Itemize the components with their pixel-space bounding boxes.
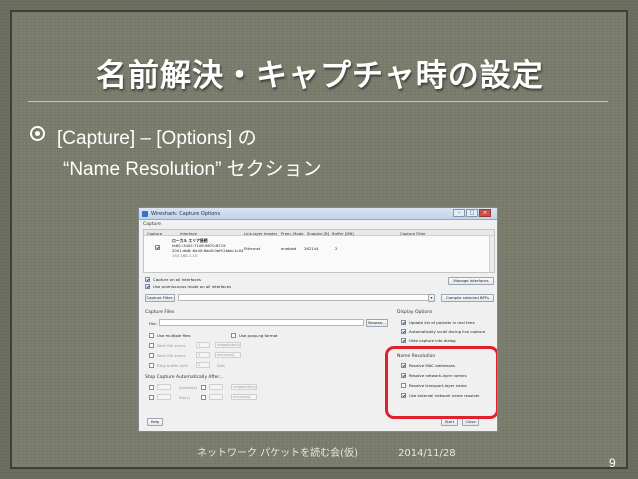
capture-files-label: Capture Files [145, 310, 175, 315]
stop-packets-checkbox[interactable] [149, 385, 154, 390]
update-realtime-checkbox[interactable] [401, 320, 406, 325]
slide-title: 名前解決・キャプチャ時の設定 [96, 58, 544, 94]
next-file-time-spin[interactable]: 1 [196, 352, 210, 358]
col-prom-mode[interactable]: Prom. Mode [281, 231, 303, 236]
interface-addr-3: 192.168.1.10 [172, 253, 198, 258]
interface-snaplen: 262144 [304, 246, 319, 251]
ring-buffer-checkbox[interactable] [149, 363, 154, 368]
interface-link-layer: Ethernet [244, 246, 261, 251]
stop-packets-unit: packet(s) [179, 385, 198, 390]
next-file-every-label-1: Next file every [157, 343, 186, 348]
next-file-size-spin[interactable]: 1 [196, 342, 210, 348]
interface-scrollbar[interactable] [489, 236, 494, 272]
stop-files-checkbox[interactable] [149, 395, 154, 400]
col-interface[interactable]: Interface [180, 231, 197, 236]
capture-section-label: Capture [143, 222, 161, 227]
stop-packets-spin[interactable] [157, 384, 171, 390]
maximize-button[interactable]: □ [466, 209, 478, 217]
stop-capture-label: Stop Capture Automatically After... [145, 375, 224, 380]
capture-all-checkbox[interactable] [145, 277, 150, 282]
capture-filter-input[interactable] [178, 294, 429, 301]
next-file-time-unit[interactable]: minute(s) [215, 352, 241, 358]
stop-minutes-unit[interactable]: minute(s) [231, 394, 257, 400]
close-window-button[interactable]: × [479, 209, 491, 217]
auto-scroll-checkbox[interactable] [401, 329, 406, 334]
auto-scroll-label: Automatically scroll during live capture [409, 329, 486, 334]
hide-info-label: Hide capture info dialog [409, 338, 456, 343]
update-realtime-label: Update list of packets in real time [409, 320, 475, 325]
bullet-text-line-2: “Name Resolution” セクション [63, 159, 322, 180]
ring-buffer-unit: files [217, 363, 225, 368]
stop-files-spin[interactable] [157, 394, 171, 400]
next-file-size-unit[interactable]: megabyte(s) [215, 342, 241, 348]
interface-table: Capture Interface Link-layer header Prom… [143, 229, 495, 273]
pcapng-checkbox[interactable] [231, 333, 236, 338]
stop-files-unit: file(s) [179, 395, 190, 400]
start-button[interactable]: Start [441, 418, 458, 426]
bullet-item: [Capture] – [Options] の “Name Resolution… [30, 123, 450, 193]
footer-date: 2014/11/28 [397, 448, 456, 459]
hide-info-checkbox[interactable] [401, 338, 406, 343]
dialog-title: Wireshark: Capture Options [151, 211, 221, 217]
stop-mb-checkbox[interactable] [201, 385, 206, 390]
interface-select-checkbox[interactable] [155, 245, 160, 250]
col-buffer[interactable]: Buffer [MB] [332, 231, 354, 236]
col-link-layer[interactable]: Link-layer header [244, 231, 277, 236]
stop-mb-unit[interactable]: megabyte(s) [231, 384, 257, 390]
col-capture[interactable]: Capture [147, 231, 162, 236]
bullet-text-line-1: [Capture] – [Options] の [57, 128, 257, 149]
capture-filter-button[interactable]: Capture Filter: [145, 294, 175, 302]
multiple-files-label: Use multiple files [157, 333, 191, 338]
capture-filter-dropdown[interactable]: ▾ [428, 294, 435, 302]
dialog-titlebar: Wireshark: Capture Options – □ × [139, 208, 497, 220]
title-divider [28, 101, 608, 102]
stop-mb-spin[interactable] [209, 384, 223, 390]
slide-footer: ネットワーク パケットを読む会(仮) 2014/11/28 [197, 444, 497, 459]
display-options-label: Display Options [397, 310, 433, 315]
col-snaplen[interactable]: Snaplen [B] [307, 231, 329, 236]
next-file-time-checkbox[interactable] [149, 353, 154, 358]
interface-table-header: Capture Interface Link-layer header Prom… [144, 230, 494, 236]
stop-minutes-checkbox[interactable] [201, 395, 206, 400]
browse-button[interactable]: Browse... [366, 319, 388, 327]
next-file-every-label-2: Next file every [157, 353, 186, 358]
file-input[interactable] [159, 319, 364, 326]
compile-bpf-button[interactable]: Compile selected BPFs [441, 294, 494, 302]
multiple-files-checkbox[interactable] [149, 333, 154, 338]
file-label: File: [149, 321, 157, 326]
ring-buffer-label: Ring buffer with [157, 363, 189, 368]
stop-minutes-spin[interactable] [209, 394, 223, 400]
wireshark-icon [142, 211, 148, 217]
promiscuous-label: Use promiscuous mode on all interfaces [153, 284, 231, 289]
name-resolution-highlight [385, 346, 497, 419]
col-capture-filter[interactable]: Capture Filter [400, 231, 426, 236]
capture-all-label: Capture on all interfaces [153, 277, 201, 282]
next-file-size-checkbox[interactable] [149, 343, 154, 348]
capture-options-dialog: Wireshark: Capture Options – □ × Capture… [138, 207, 498, 432]
help-button[interactable]: Help [147, 418, 163, 426]
pcapng-label: Use pcap-ng format [239, 333, 278, 338]
close-button[interactable]: Close [462, 418, 479, 426]
manage-interfaces-button[interactable]: Manage Interfaces [448, 277, 494, 285]
footer-event-name: ネットワーク パケットを読む会(仮) [197, 448, 358, 459]
interface-buffer: 2 [335, 246, 338, 251]
interface-prom-mode: enabled [281, 246, 297, 251]
minimize-button[interactable]: – [453, 209, 465, 217]
ring-buffer-spin[interactable]: 2 [196, 362, 210, 368]
promiscuous-checkbox[interactable] [145, 284, 150, 289]
bullet-circle-icon [30, 126, 45, 141]
page-number: 9 [609, 456, 616, 470]
